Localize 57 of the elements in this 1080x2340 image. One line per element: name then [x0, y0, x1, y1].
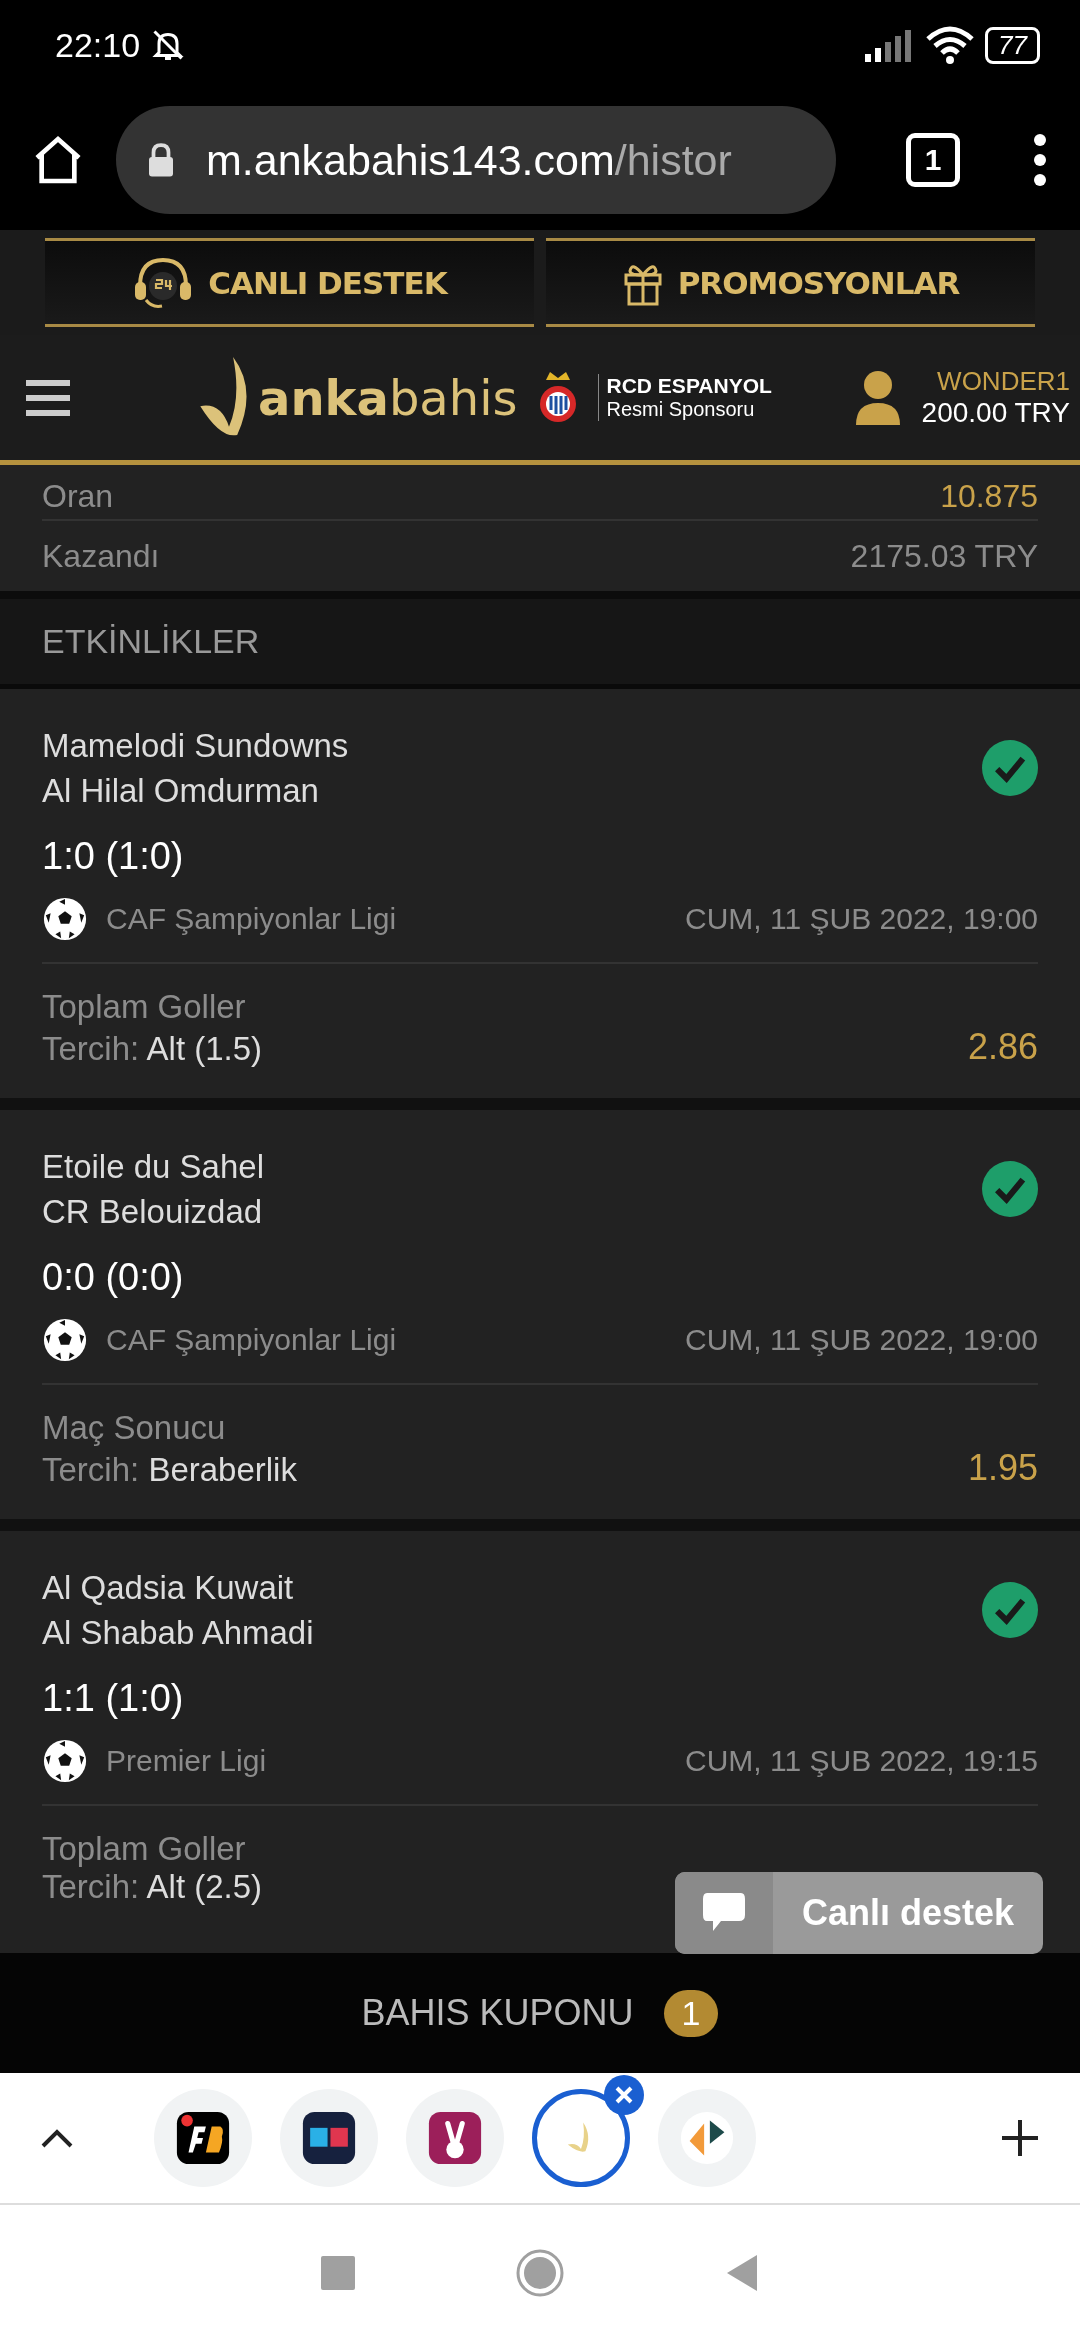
plus-icon[interactable]	[1000, 2118, 1040, 2158]
section-title: ETKİNLİKLER	[0, 591, 1080, 689]
clock-time: 22:10	[55, 25, 141, 65]
pick-text: Tercih: Beraberlik	[42, 1451, 297, 1489]
count-badge: 1	[663, 1989, 719, 2037]
promo-button[interactable]: PROMOSYONLAR	[546, 238, 1035, 327]
team-name: Mamelodi Sundowns	[42, 726, 349, 766]
match-date: CUM, 11 ŞUB 2022, 19:00	[685, 1323, 1038, 1357]
odds-value: 1.95	[967, 1447, 1038, 1489]
wifi-icon	[925, 25, 976, 65]
market-name: Maç Sonucu	[42, 1409, 227, 1447]
market-name: Toplam Goller	[42, 988, 247, 1026]
chevron-up-icon[interactable]	[40, 2127, 74, 2149]
username: WONDER1	[937, 366, 1070, 397]
app-icon	[678, 2109, 736, 2167]
promo-button[interactable]: CANLI DESTEK	[45, 238, 534, 327]
summary-label: Kazandı	[42, 537, 160, 575]
close-icon[interactable]	[604, 2075, 644, 2115]
match-score: 1:1 (1:0)	[42, 1677, 185, 1720]
market-name: Toplam Goller	[42, 1830, 247, 1868]
team-name: Etoile du Sahel	[42, 1147, 264, 1187]
league-name: CAF Şampiyonlar Ligi	[106, 902, 397, 936]
match-date: CUM, 11 ŞUB 2022, 19:15	[685, 1744, 1038, 1778]
league-name: CAF Şampiyonlar Ligi	[106, 1323, 397, 1357]
hand-sign-icon	[426, 2109, 484, 2167]
balance: 200.00 TRY	[921, 397, 1070, 429]
summary-value: 10.875	[940, 478, 1038, 515]
soccer-ball-icon	[42, 1317, 88, 1363]
back-icon[interactable]	[725, 2252, 759, 2293]
team-name: Al Hilal Omdurman	[42, 771, 320, 811]
league-name: Premier Ligi	[106, 1744, 267, 1778]
team-name: CR Belouizdad	[42, 1192, 264, 1232]
odds-value: 2.86	[967, 1026, 1038, 1068]
match-date: CUM, 11 ŞUB 2022, 19:00	[685, 902, 1038, 936]
app-icon	[300, 2109, 358, 2167]
summary-label: Oran	[42, 478, 114, 515]
lock-icon	[146, 142, 176, 178]
pick-text: Tercih: Alt (1.5)	[42, 1030, 263, 1068]
sponsor-note: Resmi Sponsoru	[606, 398, 756, 421]
sponsor-name: RCD ESPANYOL	[606, 374, 772, 398]
recents-icon[interactable]	[321, 2255, 355, 2290]
address-bar[interactable]: m.ankabahis143.com/histor	[116, 106, 836, 214]
tab-count-button[interactable]: 1	[906, 133, 960, 187]
team-name: Al Shabab Ahmadi	[42, 1613, 314, 1653]
battery-indicator: 77	[985, 26, 1040, 64]
soccer-ball-icon	[42, 896, 88, 942]
bet-slip-label[interactable]: BAHIS KUPONU	[361, 1992, 634, 2034]
match-score: 1:0 (1:0)	[42, 835, 185, 878]
user-icon[interactable]	[853, 368, 902, 427]
soccer-ball-icon	[42, 1738, 88, 1784]
site-logo: ankabahis	[258, 369, 518, 426]
summary-value: 2175.03 TRY	[850, 537, 1038, 575]
pick-text: Tercih: Alt (2.5)	[42, 1868, 263, 1906]
match-score: 0:0 (0:0)	[42, 1256, 185, 1299]
team-name: Al Qadsia Kuwait	[42, 1568, 295, 1608]
app-icon	[174, 2109, 232, 2167]
menu-icon[interactable]	[26, 377, 70, 418]
